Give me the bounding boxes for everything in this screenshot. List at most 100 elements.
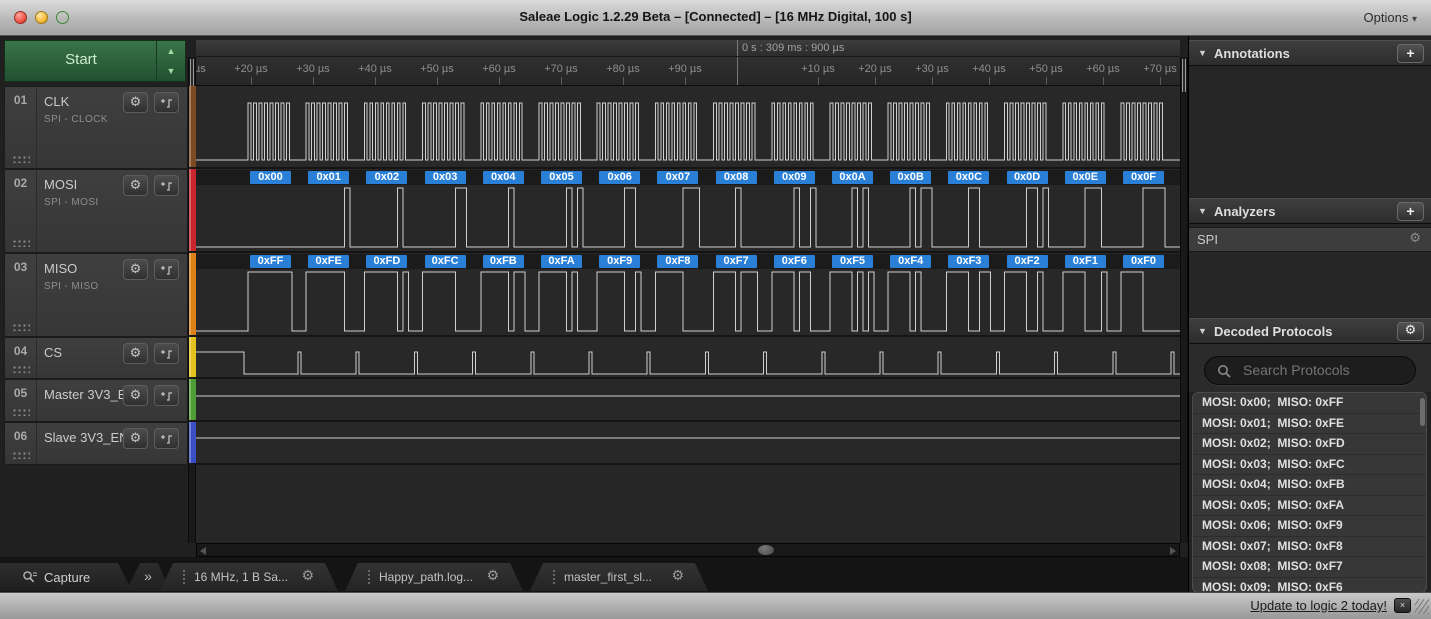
resize-grip[interactable] [1415, 599, 1429, 614]
add-analyzer-button[interactable]: + [1397, 202, 1424, 221]
tab-capture[interactable]: Capture [0, 563, 132, 591]
decoded-protocol-row[interactable]: MOSI: 0x03; MISO: 0xFC [1193, 455, 1426, 476]
file-tab-label: 16 MHz, 1 B Sa... [194, 570, 298, 584]
drag-handle-icon[interactable] [11, 450, 30, 459]
channel-trigger-button[interactable] [154, 92, 179, 113]
timeline-tick-mark [989, 77, 990, 85]
saleae-logic-window: Saleae Logic 1.2.29 Beta – [Connected] –… [0, 0, 1431, 619]
search-input[interactable] [1241, 361, 1405, 379]
channel-name: Slave 3V3_EN [44, 430, 129, 445]
tab-bar: Capture » 16 MHz, 1 B Sa... ⚙ Happy_path… [0, 557, 1188, 592]
channel-analyzer-label: SPI - CLOCK [44, 114, 108, 125]
file-tab-label: Happy_path.log... [379, 570, 483, 584]
timeline-tick-mark [313, 77, 314, 85]
collapse-triangle-icon[interactable]: ▼ [1198, 48, 1207, 58]
decoded-protocol-row[interactable]: MOSI: 0x00; MISO: 0xFF [1193, 393, 1426, 414]
drag-handle-icon[interactable] [11, 154, 30, 163]
horizontal-scrollbar-thumb[interactable] [758, 545, 774, 555]
file-tab[interactable]: master_first_sl... ⚙ [530, 563, 708, 591]
timeline-tick-mark [561, 77, 562, 85]
start-button[interactable]: Start ▲ ▼ [4, 40, 186, 82]
gear-icon[interactable]: ⚙ [486, 568, 499, 584]
drag-handle-icon[interactable] [11, 364, 30, 373]
file-tab[interactable]: Happy_path.log... ⚙ [345, 563, 523, 591]
gear-icon: ⚙ [130, 178, 142, 193]
dismiss-update-button[interactable]: × [1394, 598, 1411, 613]
analyzer-item-spi[interactable]: SPI ⚙ [1189, 227, 1431, 252]
channel-settings-button[interactable]: ⚙ [123, 343, 148, 364]
channel-row[interactable]: 02 MOSI SPI - MOSI ⚙ [4, 169, 188, 253]
gear-icon[interactable]: ⚙ [671, 568, 684, 584]
trigger-edge-icon [160, 433, 174, 445]
collapse-triangle-icon[interactable]: ▼ [1198, 326, 1207, 336]
add-annotation-button[interactable]: + [1397, 44, 1424, 63]
miso-waveform [196, 272, 1180, 331]
trigger-edge-icon [160, 264, 174, 276]
channel-settings-button[interactable]: ⚙ [123, 92, 148, 113]
options-menu[interactable]: Options ▾ [1364, 10, 1417, 25]
channel-row[interactable]: 01 CLK SPI - CLOCK ⚙ [4, 86, 188, 169]
decoded-protocol-row[interactable]: MOSI: 0x08; MISO: 0xF7 [1193, 557, 1426, 578]
decoded-protocol-row[interactable]: MOSI: 0x07; MISO: 0xF8 [1193, 537, 1426, 558]
timeline-position-bar: 0 s : 309 ms : 900 µs [196, 40, 1180, 57]
collapse-triangle-icon[interactable]: ▼ [1198, 206, 1207, 216]
drag-handle-icon [367, 569, 371, 585]
channel-trigger-button[interactable] [154, 385, 179, 406]
decoded-protocols-settings-button[interactable]: ⚙ [1397, 322, 1424, 341]
scroll-right-arrow-icon[interactable] [1170, 547, 1176, 555]
drag-handle-icon[interactable] [11, 238, 30, 247]
drag-handle-icon[interactable] [11, 407, 30, 416]
channel-settings-button[interactable]: ⚙ [123, 175, 148, 196]
decoded-protocol-row[interactable]: MOSI: 0x04; MISO: 0xFB [1193, 475, 1426, 496]
channel-trigger-button[interactable] [154, 259, 179, 280]
up-arrow-button[interactable]: ▲ [157, 41, 185, 61]
scroll-left-arrow-icon[interactable] [200, 547, 206, 555]
start-arrows: ▲ ▼ [156, 41, 185, 81]
gear-icon: ⚙ [130, 95, 142, 110]
timeline-tick-label: +50 µs [1029, 63, 1063, 75]
decoded-protocol-row[interactable]: MOSI: 0x09; MISO: 0xF6 [1193, 578, 1426, 594]
channel-name: MOSI [44, 177, 77, 192]
search-area [1189, 344, 1431, 392]
gear-icon[interactable]: ⚙ [1409, 231, 1421, 246]
decoded-protocols-list[interactable]: MOSI: 0x00; MISO: 0xFF MOSI: 0x01; MISO:… [1192, 392, 1427, 593]
file-tab[interactable]: 16 MHz, 1 B Sa... ⚙ [160, 563, 338, 591]
decoded-protocol-row[interactable]: MOSI: 0x05; MISO: 0xFA [1193, 496, 1426, 517]
decoded-protocol-row[interactable]: MOSI: 0x01; MISO: 0xFE [1193, 414, 1426, 435]
channel-trigger-button[interactable] [154, 428, 179, 449]
gear-icon: ⚙ [1405, 323, 1417, 338]
drag-handle-icon[interactable] [11, 322, 30, 331]
channel-settings-button[interactable]: ⚙ [123, 385, 148, 406]
start-label: Start [5, 51, 157, 68]
channel-row[interactable]: 03 MISO SPI - MISO ⚙ [4, 253, 188, 337]
channel-settings-button[interactable]: ⚙ [123, 259, 148, 280]
channel-analyzer-label: SPI - MISO [44, 281, 99, 292]
waveform-svg [196, 86, 1180, 466]
timeline-tick-label: +80 µs [606, 63, 640, 75]
decoded-protocol-row[interactable]: MOSI: 0x02; MISO: 0xFD [1193, 434, 1426, 455]
horizontal-scrollbar[interactable] [196, 543, 1180, 557]
channel-row[interactable]: 06 Slave 3V3_EN ⚙ [4, 422, 188, 465]
timeline-tick-label: +60 µs [482, 63, 516, 75]
left-scroll-gutter [188, 57, 196, 543]
right-scrollbar-thumb[interactable] [1182, 59, 1186, 92]
timeline-tick-label: +20 µs [234, 63, 268, 75]
channel-name: Master 3V3_EN [44, 387, 136, 402]
update-link[interactable]: Update to logic 2 today! [1250, 598, 1387, 613]
decoded-protocols-header: ▼ Decoded Protocols ⚙ [1189, 318, 1431, 344]
waveform-area[interactable]: 0x000x010x020x030x040x050x060x070x080x09… [196, 86, 1180, 543]
channel-trigger-button[interactable] [154, 175, 179, 196]
channel-settings-button[interactable]: ⚙ [123, 428, 148, 449]
timeline-tick-mark [685, 77, 686, 85]
channel-row[interactable]: 05 Master 3V3_EN ⚙ [4, 379, 188, 422]
channel-row[interactable]: 04 CS ⚙ [4, 337, 188, 379]
drag-handle-icon [552, 569, 556, 585]
timeline-tick-mark [818, 77, 819, 85]
protocol-list-scrollbar-thumb[interactable] [1420, 398, 1425, 426]
channel-trigger-button[interactable] [154, 343, 179, 364]
timeline-tick-mark [437, 77, 438, 85]
decoded-protocol-row[interactable]: MOSI: 0x06; MISO: 0xF9 [1193, 516, 1426, 537]
down-arrow-button[interactable]: ▼ [157, 61, 185, 81]
gear-icon[interactable]: ⚙ [301, 568, 314, 584]
timeline-ruler[interactable]: +10 µs+20 µs+30 µs+40 µs+50 µs+60 µs+70 … [196, 57, 1180, 86]
